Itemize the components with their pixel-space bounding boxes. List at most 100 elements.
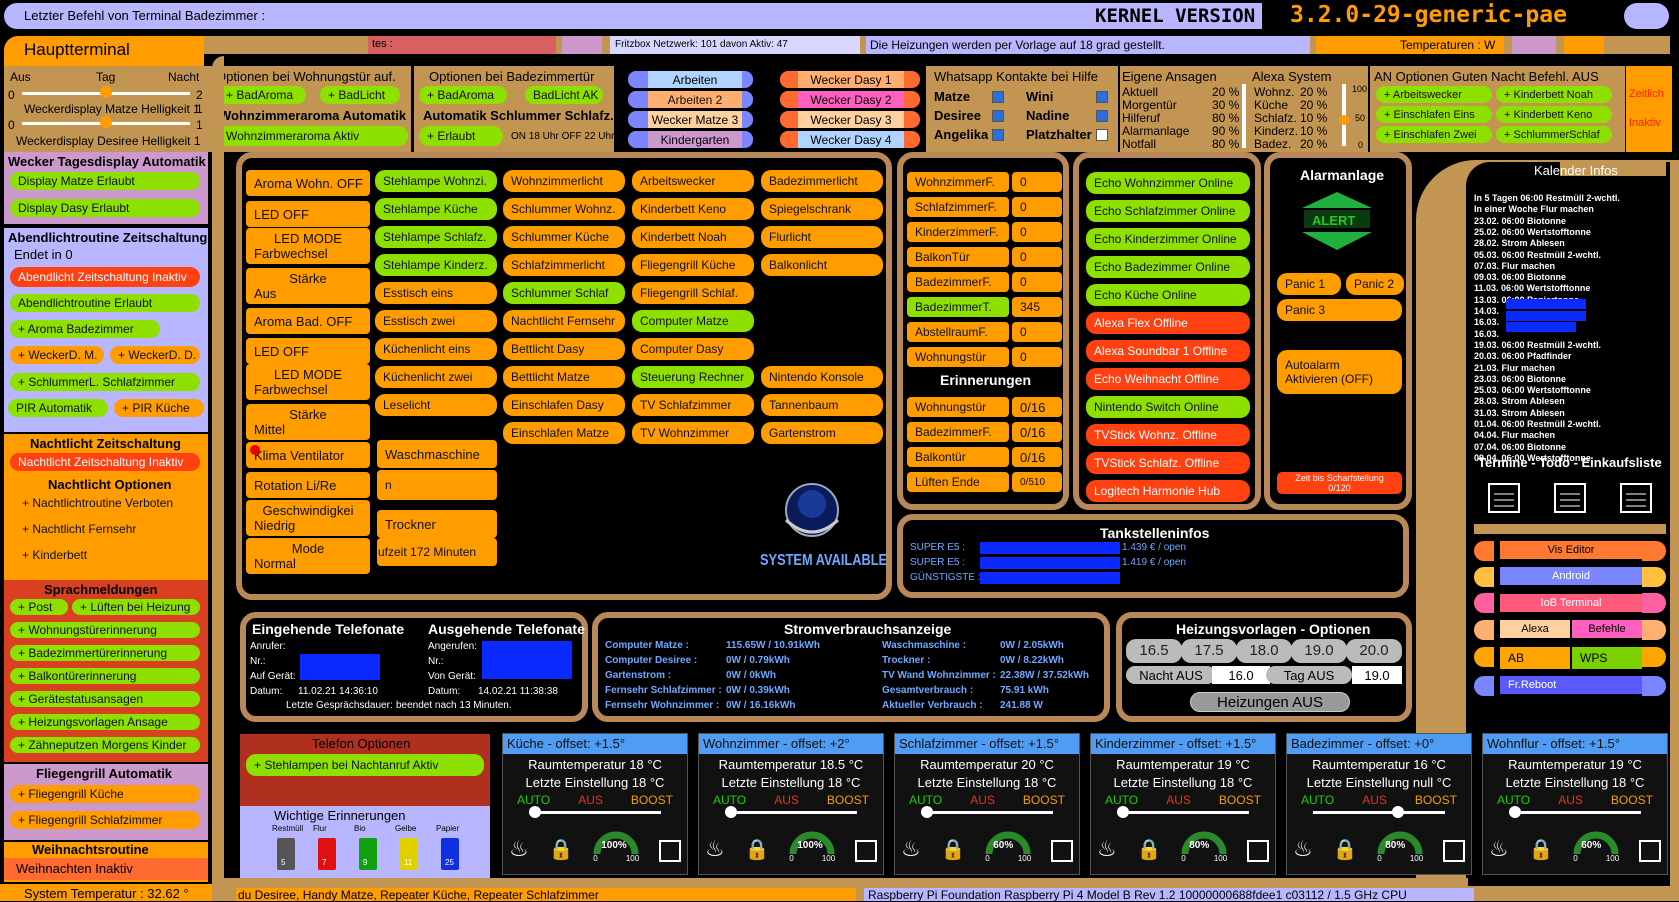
schl-btn[interactable]: + Erlaubt [419, 126, 503, 146]
mode-o[interactable]: BOOST [1023, 793, 1065, 807]
contact-checkbox[interactable] [992, 129, 1004, 141]
light-button[interactable]: Stehlampe Schlafz. [375, 226, 497, 248]
fg-option[interactable]: + Fliegengrill Schlafzimmer [10, 811, 200, 829]
panic-2-button[interactable]: Panic 2 [1346, 273, 1404, 295]
gutenacht-option[interactable]: + Einschlafen Zwei [1376, 126, 1492, 143]
mode-r[interactable]: AUS [578, 793, 603, 807]
light-button[interactable]: Schlummer Schlaf [503, 282, 625, 304]
device-status[interactable]: Echo Kinderzimmer Online [1086, 228, 1250, 250]
control-button[interactable]: LED MODE Farbwechsel [246, 364, 370, 400]
device-status[interactable]: Echo Schlafzimmer Online [1086, 200, 1250, 222]
nz-btn[interactable]: Nachtlicht Zeitschaltung Inaktiv [10, 453, 200, 471]
heiz-preset-button[interactable]: 16.5 [1126, 639, 1182, 663]
autoalarm-button[interactable]: Autoalarm Aktivieren (OFF) [1277, 350, 1402, 394]
light-button[interactable]: Esstisch eins [375, 282, 497, 304]
mode-g[interactable]: AUTO [1497, 793, 1530, 807]
light-button[interactable]: Wohnzimmerlicht [503, 170, 625, 192]
sprach-option[interactable]: + Gerätestatusansagen [10, 691, 200, 707]
sprach-option[interactable]: + Balkontürerinnerung [10, 668, 200, 684]
control-button[interactable]: Aroma Wohn. OFF [246, 170, 370, 196]
room-slider[interactable] [725, 806, 857, 818]
room-slider[interactable] [1313, 806, 1445, 818]
panic-1-button[interactable]: Panic 1 [1277, 273, 1341, 295]
reminder-name[interactable]: Wohnungstür [907, 397, 1009, 417]
clipboard-icon[interactable] [1616, 476, 1656, 516]
light-button[interactable]: Küchenlicht zwei [375, 366, 497, 388]
wohnopt-badlicht[interactable]: + BadLicht [320, 86, 400, 104]
room-slider-thumb[interactable] [725, 806, 737, 818]
telopt-button[interactable]: + Stehlampen bei Nachtanruf Aktiv [246, 754, 484, 776]
door-sensor[interactable]: AbstellraumF. [907, 322, 1009, 342]
nachtlicht-option[interactable]: + Nachtlichtroutine Verboten [14, 494, 200, 512]
mode-o[interactable]: BOOST [1611, 793, 1653, 807]
light-button[interactable]: Stehlampe Wohnzi. [375, 170, 497, 192]
abend-erlaubt-btn[interactable]: Abendlichtroutine Erlaubt [10, 294, 200, 312]
device-button[interactable]: Arbeitswecker [632, 170, 754, 192]
mode-o[interactable]: BOOST [631, 793, 673, 807]
device-button[interactable]: Kinderbett Noah [632, 226, 754, 248]
rotation-button[interactable]: Rotation Li/Re [246, 472, 370, 498]
gutenacht-option[interactable]: + SchlummerSchlaf [1496, 126, 1612, 143]
wohnopt-badaroma[interactable]: + BadAroma [218, 86, 306, 104]
device-button[interactable]: Flurlicht [761, 226, 883, 248]
waschmaschine-button[interactable]: Waschmaschine [377, 440, 497, 468]
control-button[interactable]: LED OFF [246, 201, 370, 227]
trockner-button[interactable]: Trockner [377, 510, 497, 538]
door-value[interactable]: 0 [1012, 172, 1062, 192]
device-button[interactable]: Tannenbaum [761, 394, 883, 416]
sprach-option[interactable]: + Heizungsvorlagen Ansage [10, 714, 200, 730]
weckerd-d-btn[interactable]: + WeckerD. D. [110, 346, 200, 364]
mode-r[interactable]: AUS [1558, 793, 1583, 807]
light-button[interactable]: Bettlicht Dasy [503, 338, 625, 360]
device-status[interactable]: Echo Badezimmer Online [1086, 256, 1250, 278]
door-value[interactable]: 0 [1012, 347, 1062, 367]
schlummer-btn[interactable]: + SchlummerL. Schlafzimmer [10, 373, 200, 391]
device-button[interactable]: Nintendo Konsole [761, 366, 883, 388]
room-slider-thumb[interactable] [1117, 806, 1129, 818]
heiz-preset-button[interactable]: 19.0 [1291, 639, 1347, 663]
heizungen-aus-button[interactable]: Heizungen AUS [1190, 692, 1350, 712]
lock-icon[interactable]: 🔒 [1529, 837, 1554, 862]
mode-o[interactable]: BOOST [827, 793, 869, 807]
room-slider-thumb[interactable] [921, 806, 933, 818]
nacht-value[interactable]: 16.0 [1212, 666, 1270, 684]
light-button[interactable]: Stehlampe Kinderz. [375, 254, 497, 276]
weckerd-m-btn[interactable]: + WeckerD. M. [10, 346, 104, 364]
aroma-bad-btn[interactable]: + Aroma Badezimmer [10, 320, 160, 338]
alarm-button-a[interactable]: Wecker Matze 3 [648, 111, 742, 128]
reminder-value[interactable]: 0/510 [1012, 472, 1062, 492]
device-button[interactable]: Fliegengrill Schlaf. [632, 282, 754, 304]
ab-link[interactable]: AB [1500, 647, 1570, 669]
mode-g[interactable]: AUTO [517, 793, 550, 807]
wecker-dasy-button[interactable]: Wecker Dasy 4 [798, 131, 904, 148]
device-status[interactable]: Logitech Harmonie Hub [1086, 480, 1250, 502]
light-button[interactable]: Nachtlicht Fernsehr [503, 310, 625, 332]
sprach-option[interactable]: + Zähneputzen Morgens Kinder [10, 737, 200, 753]
room-slider[interactable] [921, 806, 1053, 818]
tag-aus-button[interactable]: Tag AUS [1266, 666, 1352, 684]
device-button[interactable]: Computer Dasy [632, 338, 754, 360]
contact-checkbox[interactable] [992, 110, 1004, 122]
wecker-dasy-button[interactable]: Wecker Dasy 2 [798, 91, 904, 108]
door-value[interactable]: 345 [1012, 297, 1062, 317]
mode-r[interactable]: AUS [1166, 793, 1191, 807]
scharf-button[interactable]: Zeit bis Scharfstellung 0/120 [1277, 472, 1402, 494]
door-sensor[interactable]: BadezimmerF. [907, 272, 1009, 292]
wecker-dasy-button[interactable]: Wecker Dasy 1 [798, 71, 904, 88]
wecker-dasy-button[interactable]: Wecker Dasy 3 [798, 111, 904, 128]
tag-value[interactable]: 19.0 [1352, 666, 1402, 684]
light-button[interactable]: Bettlicht Matze [503, 366, 625, 388]
aroma-btn[interactable]: Wohnzimmeraroma Aktiv [218, 126, 408, 146]
device-button[interactable]: TV Wohnzimmer [632, 422, 754, 444]
mode-g[interactable]: AUTO [909, 793, 942, 807]
gutenacht-option[interactable]: + Arbeitswecker [1376, 86, 1492, 103]
light-button[interactable]: Schlummer Wohnz. [503, 198, 625, 220]
lock-icon[interactable]: 🔒 [941, 837, 966, 862]
light-button[interactable]: Einschlafen Matze [503, 422, 625, 444]
contact-checkbox[interactable] [1096, 129, 1108, 141]
device-status[interactable]: Nintendo Switch Online [1086, 396, 1250, 418]
nachtlicht-option[interactable]: + Kinderbett [14, 546, 200, 564]
device-button[interactable]: Badezimmerlicht [761, 170, 883, 192]
mode-r[interactable]: AUS [970, 793, 995, 807]
door-value[interactable]: 0 [1012, 322, 1062, 342]
